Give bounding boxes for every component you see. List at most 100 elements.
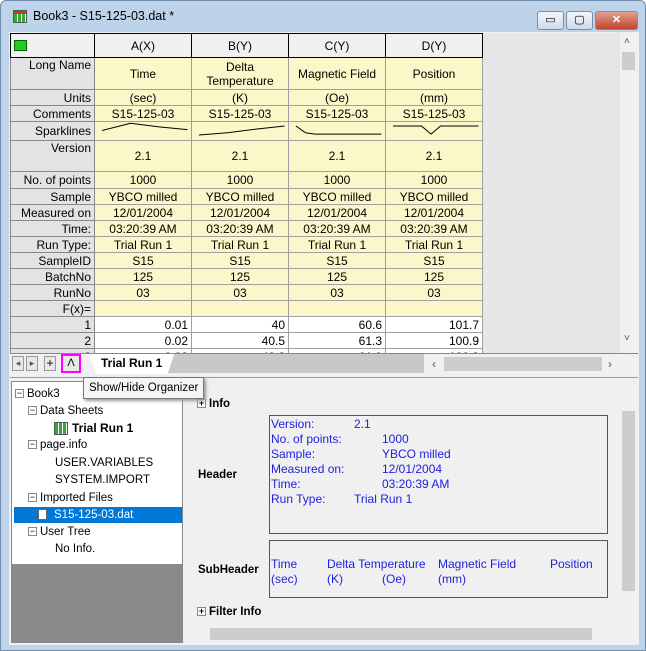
label-cell[interactable]: 03:20:39 AM — [385, 220, 483, 237]
label-cell[interactable]: (Oe) — [288, 89, 386, 106]
label-cell[interactable]: YBCO milled — [191, 188, 289, 205]
tab-trial-run-1[interactable]: Trial Run 1 — [89, 354, 175, 374]
label-cell[interactable] — [94, 300, 192, 317]
label-cell[interactable]: (sec) — [94, 89, 192, 106]
worksheet-grid[interactable]: A(X) B(Y) C(Y) D(Y) Long Name Time Delta Tempe… — [10, 33, 620, 353]
row-header[interactable]: Time: — [10, 220, 95, 237]
tree-item-file[interactable]: S15-125-03.dat — [14, 507, 182, 523]
row-header[interactable]: RunNo — [10, 284, 95, 301]
label-cell[interactable]: 03:20:39 AM — [94, 220, 192, 237]
horizontal-scrollbar[interactable]: ‹ › — [428, 355, 618, 373]
label-cell[interactable]: 12/01/2004 — [288, 204, 386, 221]
tree-item-book3[interactable]: − Book3 — [15, 386, 60, 402]
row-header[interactable]: Sparklines — [10, 121, 95, 141]
tree-item-user-tree[interactable]: − User Tree — [28, 524, 91, 540]
label-cell[interactable]: Delta Temperature — [191, 57, 289, 90]
label-cell[interactable]: 2.1 — [94, 140, 192, 172]
label-cell[interactable]: 03:20:39 AM — [288, 220, 386, 237]
row-header[interactable]: Units — [10, 89, 95, 106]
label-cell[interactable]: 03 — [191, 284, 289, 301]
label-cell[interactable]: S15-125-03 — [288, 105, 386, 122]
label-cell[interactable]: S15-125-03 — [191, 105, 289, 122]
label-cell[interactable]: 12/01/2004 — [191, 204, 289, 221]
column-header[interactable]: A(X) — [94, 33, 192, 58]
label-cell[interactable]: 2.1 — [385, 140, 483, 172]
scroll-down-icon[interactable]: ˅ — [624, 333, 630, 344]
label-cell[interactable]: 125 — [94, 268, 192, 285]
collapse-icon[interactable]: − — [28, 406, 37, 416]
info-vertical-scrollbar[interactable] — [620, 397, 637, 625]
row-header[interactable]: F(x)= — [10, 300, 95, 317]
data-cell[interactable]: 100.9 — [385, 332, 483, 349]
collapse-icon[interactable]: − — [28, 440, 37, 450]
label-cell[interactable]: (mm) — [385, 89, 483, 106]
filter-info-section[interactable]: + Filter Info — [197, 606, 261, 618]
data-cell[interactable]: 60.6 — [288, 316, 386, 333]
label-cell[interactable]: (K) — [191, 89, 289, 106]
tree-item-system-import[interactable]: SYSTEM.IMPORT — [55, 472, 150, 488]
label-cell[interactable]: 03:20:39 AM — [191, 220, 289, 237]
label-cell[interactable]: 2.1 — [191, 140, 289, 172]
data-cell[interactable]: 40.5 — [191, 332, 289, 349]
corner-cell[interactable] — [10, 33, 95, 58]
label-cell[interactable]: YBCO milled — [385, 188, 483, 205]
row-header[interactable]: Sample — [10, 188, 95, 205]
label-cell[interactable]: 03 — [385, 284, 483, 301]
row-header[interactable]: Long Name — [10, 57, 95, 90]
label-cell[interactable] — [94, 121, 192, 141]
label-cell[interactable]: Trial Run 1 — [385, 236, 483, 253]
scroll-thumb[interactable] — [622, 52, 635, 70]
row-header[interactable]: BatchNo — [10, 268, 95, 285]
label-cell[interactable] — [288, 300, 386, 317]
collapse-icon[interactable]: − — [28, 493, 37, 503]
label-cell[interactable]: 125 — [288, 268, 386, 285]
label-cell[interactable]: 1000 — [94, 171, 192, 189]
minimize-button[interactable]: ▭ — [537, 11, 564, 30]
label-cell[interactable]: 1000 — [385, 171, 483, 189]
label-cell[interactable]: 2.1 — [288, 140, 386, 172]
row-number[interactable]: 2 — [10, 332, 95, 349]
data-cell[interactable]: 40 — [191, 316, 289, 333]
add-sheet-button[interactable]: + — [44, 356, 56, 371]
label-cell[interactable]: 03 — [288, 284, 386, 301]
scroll-thumb-h[interactable] — [444, 357, 602, 371]
collapse-icon[interactable]: − — [28, 527, 37, 537]
label-cell[interactable] — [385, 300, 483, 317]
label-cell[interactable]: S15-125-03 — [94, 105, 192, 122]
label-cell[interactable]: 1000 — [191, 171, 289, 189]
label-cell[interactable] — [191, 121, 289, 141]
column-header[interactable]: B(Y) — [191, 33, 289, 58]
row-header[interactable]: Measured on — [10, 204, 95, 221]
row-header[interactable]: No. of points — [10, 171, 95, 189]
label-cell[interactable]: Trial Run 1 — [94, 236, 192, 253]
collapse-icon[interactable]: − — [15, 389, 24, 399]
label-cell[interactable]: S15-125-03 — [385, 105, 483, 122]
column-header[interactable]: C(Y) — [288, 33, 386, 58]
data-cell[interactable]: 0.02 — [94, 332, 192, 349]
label-cell[interactable]: YBCO milled — [94, 188, 192, 205]
row-header[interactable]: Run Type: — [10, 236, 95, 253]
data-cell[interactable]: 61.3 — [288, 332, 386, 349]
label-cell[interactable]: S15 — [191, 252, 289, 269]
expand-icon[interactable]: + — [197, 607, 206, 617]
label-cell[interactable]: Magnetic Field — [288, 57, 386, 90]
label-cell[interactable]: Time — [94, 57, 192, 90]
scroll-left-icon[interactable]: ‹ — [432, 357, 436, 371]
label-cell[interactable] — [288, 121, 386, 141]
organizer-tree[interactable]: − Book3 − Data Sheets Trial Run 1 − page.in… — [11, 381, 183, 643]
row-header[interactable]: Version — [10, 140, 95, 172]
prev-sheet-button[interactable]: ◂ — [12, 356, 24, 371]
scroll-right-icon[interactable]: › — [608, 357, 612, 371]
info-horizontal-scrollbar[interactable] — [198, 627, 618, 641]
label-cell[interactable]: 1000 — [288, 171, 386, 189]
scroll-up-icon[interactable]: ˄ — [624, 36, 630, 47]
tree-item-data-sheets[interactable]: − Data Sheets — [28, 403, 103, 419]
expand-icon[interactable]: + — [197, 399, 206, 409]
maximize-button[interactable]: ▢ — [566, 11, 593, 30]
tree-item-user-variables[interactable]: USER.VARIABLES — [55, 455, 153, 471]
row-header[interactable]: Comments — [10, 105, 95, 122]
label-cell[interactable]: 125 — [191, 268, 289, 285]
label-cell[interactable] — [385, 121, 483, 141]
label-cell[interactable]: YBCO milled — [288, 188, 386, 205]
vertical-scrollbar[interactable]: ˄ ˅ — [620, 33, 637, 353]
